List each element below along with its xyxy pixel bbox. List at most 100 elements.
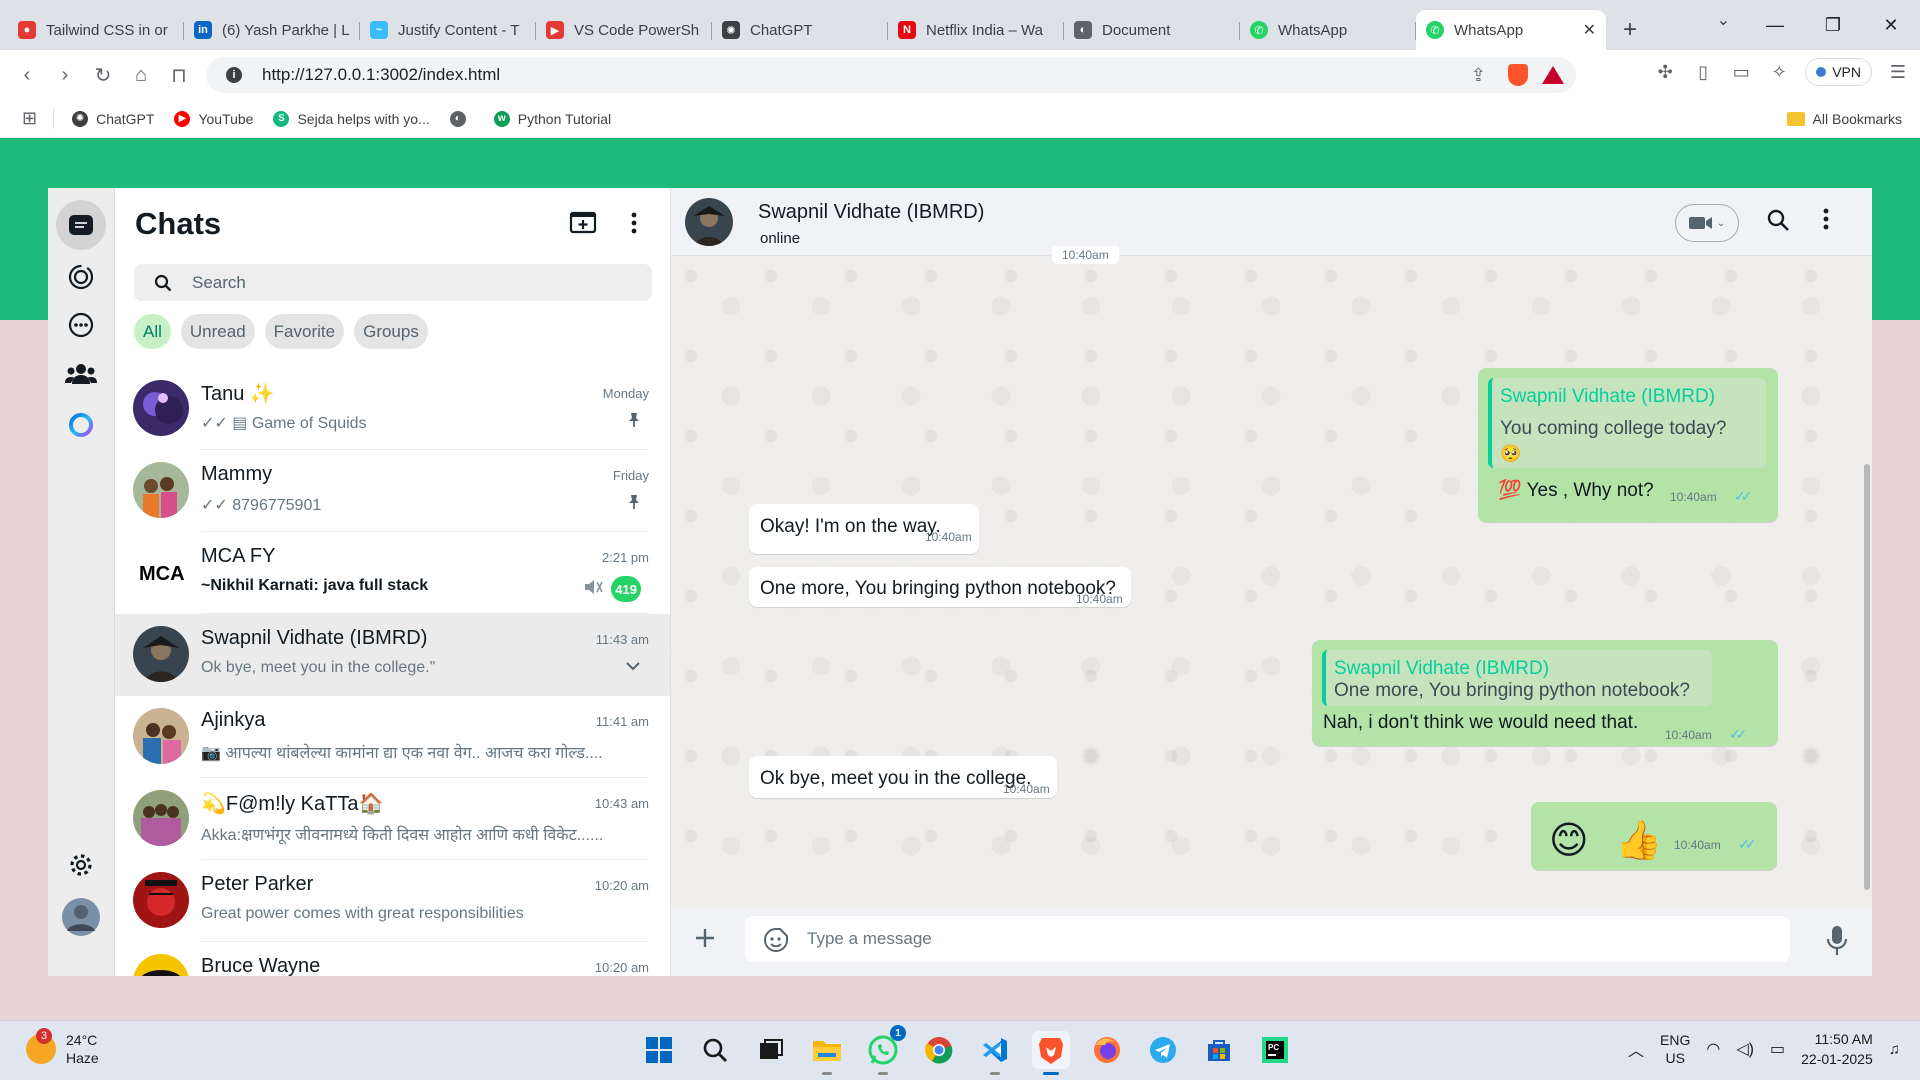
telegram-taskbar-button[interactable] bbox=[1144, 1031, 1182, 1069]
close-tab-icon[interactable]: ✕ bbox=[1583, 20, 1596, 40]
bookmark-item[interactable]: w Python Tutorial bbox=[493, 110, 611, 127]
language-indicator[interactable]: ENG US bbox=[1660, 1031, 1690, 1067]
brave-taskbar-button[interactable] bbox=[1032, 1031, 1070, 1075]
task-view-button[interactable] bbox=[752, 1031, 790, 1069]
search-box[interactable] bbox=[134, 264, 652, 301]
filter-chip[interactable]: All bbox=[134, 314, 171, 349]
leo-ai-icon[interactable]: ✧ bbox=[1767, 62, 1791, 83]
status-nav-button[interactable] bbox=[56, 252, 106, 302]
store-taskbar-button[interactable] bbox=[1200, 1031, 1238, 1069]
chat-row[interactable]: Peter Parker 10:20 am Great power comes wi… bbox=[115, 860, 670, 942]
taskbar-search-button[interactable] bbox=[696, 1031, 734, 1069]
reload-icon[interactable]: ↻ bbox=[84, 63, 122, 88]
sticker-icon[interactable] bbox=[763, 927, 789, 953]
forward-icon[interactable]: › bbox=[46, 64, 84, 87]
filter-chip[interactable]: Groups bbox=[354, 314, 428, 349]
incoming-message[interactable]: Okay! I'm on the way. 10:40am bbox=[749, 504, 979, 554]
attach-plus-icon[interactable] bbox=[693, 926, 717, 950]
chat-row[interactable]: Ajinkya 11:41 am 📷 आपल्या थांबलेल्या कामां… bbox=[115, 696, 670, 778]
conversation-header[interactable]: Swapnil Vidhate (IBMRD) online ⌄ bbox=[671, 188, 1872, 256]
extensions-icon[interactable]: ✣ bbox=[1653, 62, 1677, 83]
search-input[interactable] bbox=[192, 272, 612, 293]
chat-row[interactable]: 💫F@m!ly KaTTa🏠 10:43 am Akka:क्षणभंगूर जीव… bbox=[115, 778, 670, 860]
browser-tab[interactable]: ▶ VS Code PowerSh bbox=[536, 10, 712, 50]
channels-nav-button[interactable] bbox=[56, 300, 106, 350]
outgoing-message[interactable]: Swapnil Vidhate (IBMRD) One more, You bri… bbox=[1312, 640, 1778, 746]
chats-nav-button[interactable] bbox=[56, 200, 106, 250]
bookmark-item[interactable]: ✺ ChatGPT bbox=[72, 110, 154, 127]
bookmark-item[interactable]: ▶ YouTube bbox=[174, 110, 253, 127]
bookmark-item[interactable]: ◐ bbox=[449, 110, 474, 127]
browser-menu-icon[interactable]: ☰ bbox=[1886, 62, 1910, 83]
whatsapp-taskbar-button[interactable]: 1 bbox=[864, 1025, 906, 1075]
home-icon[interactable]: ⌂ bbox=[122, 64, 160, 87]
vscode-taskbar-button[interactable] bbox=[976, 1031, 1014, 1075]
settings-nav-button[interactable] bbox=[56, 840, 106, 890]
conversation-menu-icon[interactable] bbox=[1823, 208, 1829, 230]
outgoing-message[interactable]: Swapnil Vidhate (IBMRD) You coming colleg… bbox=[1478, 368, 1778, 522]
browser-tab[interactable]: ~ Justify Content - T bbox=[360, 10, 536, 50]
browser-tab[interactable]: ● Tailwind CSS in or bbox=[8, 10, 184, 50]
new-chat-icon[interactable] bbox=[569, 210, 597, 234]
browser-tab[interactable]: in (6) Yash Parkhe | L bbox=[184, 10, 360, 50]
tab-search-chevron-icon[interactable]: ⌄ bbox=[1717, 10, 1730, 30]
restore-icon[interactable]: ❐ bbox=[1804, 15, 1862, 36]
chat-row[interactable]: Bruce Wayne 10:20 am bbox=[115, 942, 670, 976]
volume-icon[interactable]: ◁) bbox=[1736, 1039, 1754, 1059]
video-call-button[interactable]: ⌄ bbox=[1675, 204, 1739, 242]
browser-tab[interactable]: ✺ ChatGPT bbox=[712, 10, 888, 50]
url-field[interactable]: i http://127.0.0.1:3002/index.html ⇪ bbox=[206, 57, 1576, 93]
vpn-button[interactable]: VPN bbox=[1805, 58, 1872, 86]
contact-avatar[interactable] bbox=[685, 198, 733, 246]
minimize-icon[interactable]: — bbox=[1746, 15, 1804, 36]
notification-bell-icon[interactable]: ♫ bbox=[1889, 1041, 1900, 1058]
brave-shields-icon[interactable] bbox=[1508, 64, 1528, 86]
bookmark-icon[interactable]: ⊓ bbox=[160, 63, 198, 88]
message-field[interactable] bbox=[745, 916, 1790, 962]
sidebar-toggle-icon[interactable]: ▯ bbox=[1691, 62, 1715, 83]
browser-tab[interactable]: N Netflix India – Wa bbox=[888, 10, 1064, 50]
browser-tab[interactable]: ✆ WhatsApp bbox=[1240, 10, 1416, 50]
start-button[interactable] bbox=[640, 1031, 678, 1069]
brave-rewards-icon[interactable] bbox=[1542, 66, 1564, 84]
incoming-message[interactable]: One more, You bringing python notebook? 1… bbox=[749, 567, 1131, 607]
wifi-icon[interactable]: ◠ bbox=[1706, 1039, 1720, 1059]
clock[interactable]: 11:50 AM 22-01-2025 bbox=[1801, 1029, 1873, 1069]
chat-row[interactable]: Mammy Friday ✓✓ 8796775901 bbox=[115, 450, 670, 532]
chat-row[interactable]: Tanu ✨ Monday ✓✓ ▤ Game of Squids bbox=[115, 368, 670, 450]
show-hidden-icons-chevron-icon[interactable]: ︿ bbox=[1628, 1037, 1644, 1061]
filter-chip[interactable]: Favorite bbox=[264, 314, 345, 349]
site-info-icon[interactable]: i bbox=[226, 67, 242, 83]
browser-tab[interactable]: ◐ Document bbox=[1064, 10, 1240, 50]
message-scrollbar[interactable] bbox=[1862, 258, 1872, 908]
message-input[interactable] bbox=[807, 929, 1707, 949]
chat-row[interactable]: Swapnil Vidhate (IBMRD) 11:43 am Ok bye, m… bbox=[115, 614, 670, 696]
wallet-icon[interactable]: ▭ bbox=[1729, 62, 1753, 83]
quoted-message[interactable]: Swapnil Vidhate (IBMRD) You coming colleg… bbox=[1488, 378, 1766, 468]
file-explorer-button[interactable] bbox=[808, 1031, 846, 1075]
scrollbar-thumb[interactable] bbox=[1864, 464, 1870, 890]
close-window-icon[interactable]: ✕ bbox=[1862, 15, 1920, 36]
search-messages-icon[interactable] bbox=[1766, 208, 1790, 232]
battery-icon[interactable]: ▭ bbox=[1770, 1039, 1785, 1059]
communities-nav-button[interactable] bbox=[56, 349, 106, 399]
chevron-down-icon[interactable] bbox=[625, 658, 641, 676]
share-icon[interactable]: ⇪ bbox=[1471, 65, 1486, 86]
outgoing-message[interactable]: 😊 👍 10:40am ✓✓ bbox=[1531, 802, 1777, 870]
incoming-message[interactable]: Ok bye, meet you in the college. 10:40am bbox=[749, 756, 1057, 798]
meta-ai-nav-button[interactable] bbox=[56, 400, 106, 450]
microphone-icon[interactable] bbox=[1826, 925, 1848, 957]
bookmark-item[interactable]: S Sejda helps with yo... bbox=[273, 110, 430, 127]
apps-grid-icon[interactable]: ⊞ bbox=[22, 108, 37, 129]
chat-list-menu-icon[interactable] bbox=[631, 212, 637, 234]
chrome-taskbar-button[interactable] bbox=[920, 1031, 958, 1069]
tab-whatsapp-active[interactable]: ✆ WhatsApp ✕ bbox=[1416, 10, 1606, 50]
firefox-taskbar-button[interactable] bbox=[1088, 1031, 1126, 1069]
quoted-message[interactable]: Swapnil Vidhate (IBMRD) One more, You bri… bbox=[1322, 650, 1712, 706]
pycharm-taskbar-button[interactable]: PC bbox=[1256, 1031, 1294, 1069]
back-icon[interactable]: ‹ bbox=[8, 64, 46, 87]
profile-avatar-button[interactable] bbox=[56, 892, 106, 942]
chat-row[interactable]: MCA MCA FY 2:21 pm ~Nikhil Karnati: java fu… bbox=[115, 532, 670, 614]
all-bookmarks-button[interactable]: All Bookmarks bbox=[1786, 111, 1902, 127]
new-tab-button[interactable]: + bbox=[1612, 12, 1648, 48]
